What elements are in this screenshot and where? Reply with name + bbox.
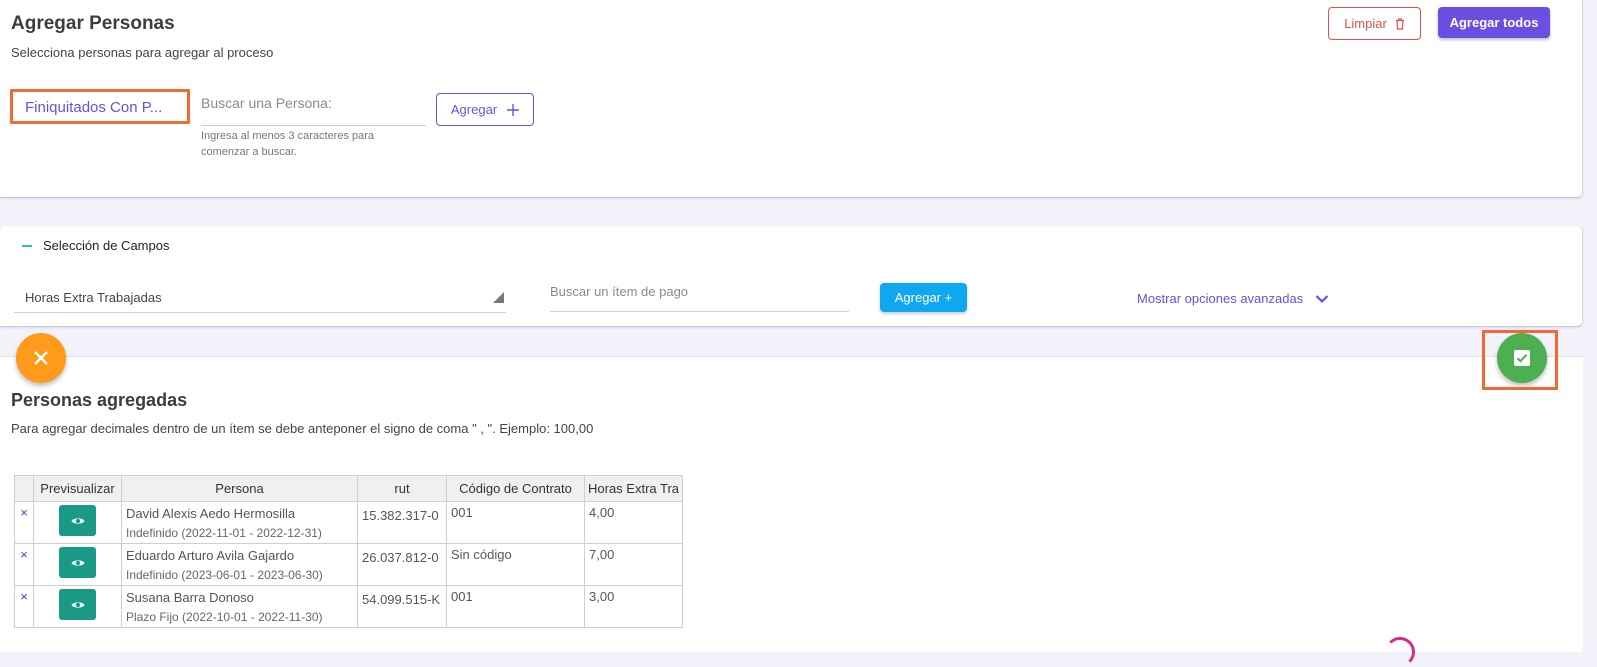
collapse-minus-icon[interactable] xyxy=(22,245,32,247)
chat-widget-icon[interactable] xyxy=(1385,637,1415,667)
fields-section-title: Selección de Campos xyxy=(43,238,170,253)
add-field-button[interactable]: Agregar + xyxy=(880,283,967,312)
column-header-person: Persona xyxy=(121,475,358,502)
field-select[interactable]: Horas Extra Trabajadas xyxy=(14,283,506,313)
search-hint: Ingresa al menos 3 caracteres para comen… xyxy=(201,130,375,158)
column-header-contract-code: Código de Contrato xyxy=(446,475,585,502)
person-name: David Alexis Aedo Hermosilla xyxy=(126,506,296,521)
table-row: × Eduardo Arturo Avila Gajardo Indefinid… xyxy=(14,543,684,586)
field-select-value: Horas Extra Trabajadas xyxy=(25,290,162,305)
person-name: Susana Barra Donoso xyxy=(126,590,254,605)
contract-code: 001 xyxy=(446,501,585,544)
preview-button[interactable] xyxy=(59,589,96,620)
remove-row-icon[interactable]: × xyxy=(14,585,34,628)
overtime-hours-input[interactable]: 3,00 xyxy=(583,585,684,628)
person-rut: 15.382.317-0 xyxy=(357,501,447,544)
table-header-row: Previsualizar Persona rut Código de Cont… xyxy=(14,475,684,502)
eye-icon xyxy=(71,517,84,524)
decimal-note: Para agregar decimales dentro de un ítem… xyxy=(11,421,594,436)
column-header-overtime-hours: Horas Extra Tra xyxy=(583,475,684,502)
trash-icon xyxy=(1395,17,1404,30)
person-search-input[interactable]: Buscar una Persona: xyxy=(201,95,426,126)
show-advanced-options-link[interactable]: Mostrar opciones avanzadas xyxy=(1137,291,1329,306)
preview-button[interactable] xyxy=(59,505,96,536)
person-contract: Indefinido (2023-06-01 - 2023-06-30) xyxy=(126,568,323,582)
group-select-highlight xyxy=(10,89,190,124)
page-subtitle: Selecciona personas para agregar al proc… xyxy=(11,45,274,60)
person-rut: 26.037.812-0 xyxy=(357,543,447,586)
preview-button[interactable] xyxy=(59,547,96,578)
chevron-down-icon xyxy=(1315,294,1329,303)
person-contract: Plazo Fijo (2022-10-01 - 2022-11-30) xyxy=(126,610,323,624)
advanced-options-label: Mostrar opciones avanzadas xyxy=(1137,291,1304,306)
eye-icon xyxy=(71,559,84,566)
close-icon xyxy=(34,351,48,365)
overtime-hours-input[interactable]: 4,00 xyxy=(583,501,684,544)
remove-row-icon[interactable]: × xyxy=(14,543,34,586)
table-row: × David Alexis Aedo Hermosilla Indefinid… xyxy=(14,501,684,544)
confirm-fab-highlight xyxy=(1482,330,1558,390)
add-person-button-label: Agregar xyxy=(450,102,498,117)
eye-icon xyxy=(71,601,84,608)
add-all-button[interactable]: Agregar todos xyxy=(1438,7,1550,38)
persons-table: Previsualizar Persona rut Código de Cont… xyxy=(14,475,684,628)
clear-button[interactable]: Limpiar xyxy=(1328,7,1421,40)
person-rut: 54.099.515-K xyxy=(357,585,447,628)
person-name: Eduardo Arturo Avila Gajardo xyxy=(126,548,295,563)
cancel-fab-button[interactable] xyxy=(16,333,66,383)
column-header-preview: Previsualizar xyxy=(33,475,122,502)
contract-code: Sin código xyxy=(446,543,585,586)
remove-row-icon[interactable]: × xyxy=(14,501,34,544)
clear-button-label: Limpiar xyxy=(1344,16,1387,31)
person-contract: Indefinido (2022-11-01 - 2022-12-31) xyxy=(126,526,322,540)
contract-code: 001 xyxy=(446,585,585,628)
overtime-hours-input[interactable]: 7,00 xyxy=(583,543,684,586)
add-person-button[interactable]: Agregar xyxy=(436,93,534,126)
payment-item-search-input[interactable]: Buscar un ítem de pago xyxy=(550,284,849,312)
plus-icon xyxy=(507,103,520,116)
column-header-rut: rut xyxy=(357,475,447,502)
page-title: Agregar Personas xyxy=(11,13,175,34)
added-persons-title: Personas agregadas xyxy=(11,390,188,410)
column-header-remove xyxy=(14,475,34,502)
dropdown-triangle-icon xyxy=(493,292,504,303)
table-row: × Susana Barra Donoso Plazo Fijo (2022-1… xyxy=(14,585,684,628)
